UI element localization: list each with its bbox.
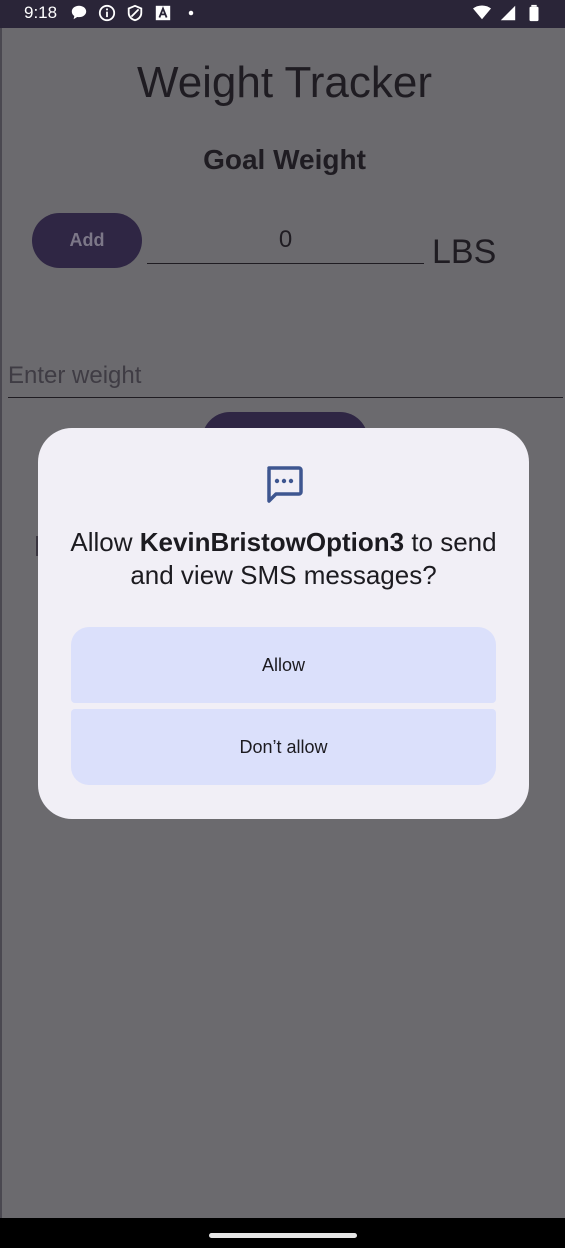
sms-message-icon [267,466,303,503]
weight-input[interactable]: Enter weight [8,358,563,398]
text-a-icon [155,5,171,21]
message-prefix: Allow [70,527,140,557]
status-time: 9:18 [24,3,58,22]
unit-label: LBS [432,233,497,271]
permission-dialog: Allow KevinBristowOption3 to send and vi… [38,428,529,819]
shield-icon [127,4,143,22]
goal-weight-input[interactable]: 0 [147,224,424,264]
add-goal-button[interactable]: Add [32,213,142,268]
app-name: KevinBristowOption3 [139,527,405,557]
wifi-icon [473,5,491,20]
battery-icon [529,4,539,22]
dot-icon [188,10,194,16]
navigation-bar [0,1218,565,1248]
chat-bubble-icon [71,5,87,20]
allow-button[interactable]: Allow [71,627,496,703]
signal-icon [500,5,516,21]
dont-allow-button[interactable]: Don’t allow [71,709,496,785]
status-system-icons [473,4,543,22]
info-icon [98,4,116,22]
goal-weight-label: Goal Weight [203,144,366,175]
status-bar: 9:18 [0,0,565,28]
app-title: Weight Tracker [136,58,433,107]
home-gesture-handle[interactable] [209,1233,357,1238]
permission-message: Allow KevinBristowOption3 to send and vi… [58,526,509,592]
status-notification-icons [70,4,200,22]
